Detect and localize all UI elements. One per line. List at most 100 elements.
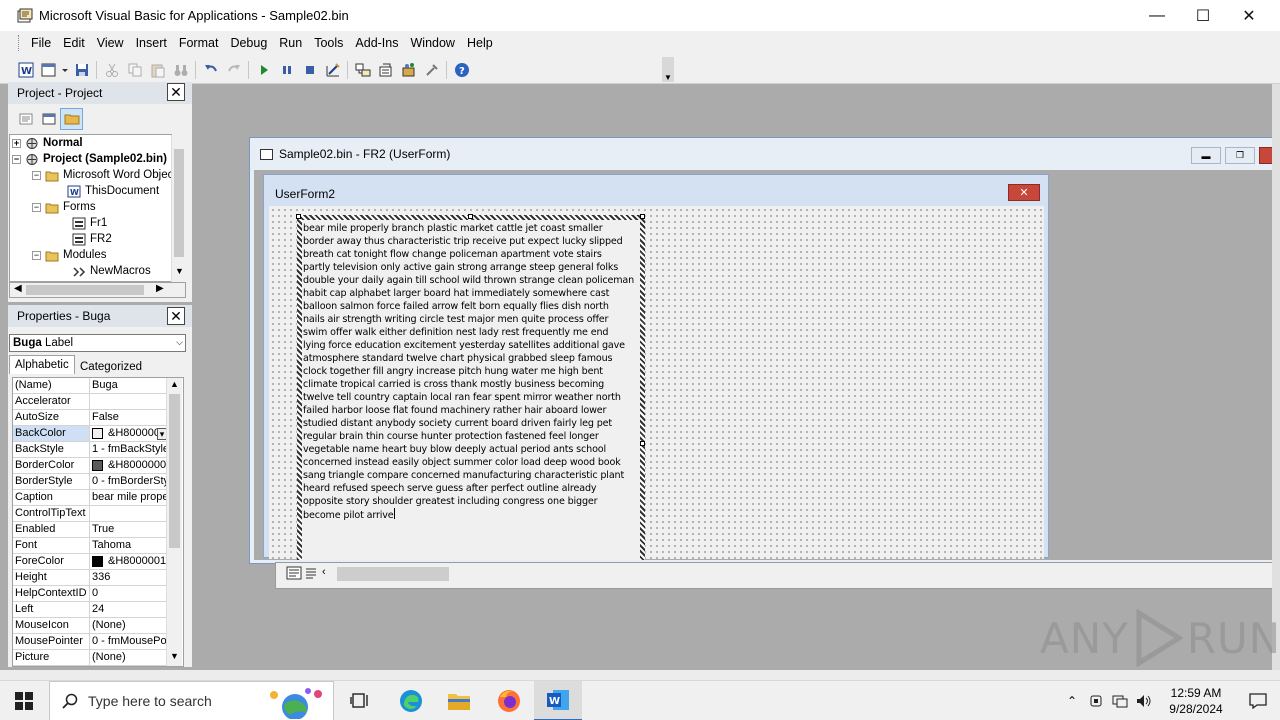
properties-pane-close-button[interactable]: ✕: [167, 307, 185, 325]
undo-button[interactable]: [199, 59, 222, 81]
copy-button[interactable]: [123, 59, 146, 81]
toolbox-button[interactable]: [420, 59, 443, 81]
menu-grip[interactable]: [18, 35, 21, 51]
property-value[interactable]: 24: [90, 602, 166, 617]
menu-edit[interactable]: Edit: [57, 36, 91, 50]
label-control-buga[interactable]: bear mile properly branch plastic market…: [296, 214, 645, 560]
property-row[interactable]: MousePointer0 - fmMousePointerDefault: [13, 634, 166, 650]
property-row[interactable]: ControlTipText: [13, 506, 166, 522]
tree-node-modules[interactable]: − Modules: [32, 247, 106, 263]
workspace-vscroll[interactable]: [1272, 84, 1280, 670]
properties-window-button[interactable]: [374, 59, 397, 81]
full-module-view-button[interactable]: [303, 566, 319, 583]
tray-device-icon[interactable]: [1084, 681, 1108, 720]
show-hidden-icons-button[interactable]: ⌃: [1060, 681, 1084, 720]
menu-window[interactable]: Window: [405, 36, 461, 50]
property-value[interactable]: 0 - fmBorderStyleNone: [90, 474, 166, 489]
property-value[interactable]: Tahoma: [90, 538, 166, 553]
properties-grid-vscroll[interactable]: ▲ ▼: [166, 378, 182, 666]
volume-icon[interactable]: [1132, 681, 1156, 720]
toolbar-options-handle[interactable]: ▼: [662, 57, 674, 82]
word-taskbar-button[interactable]: W: [534, 681, 582, 720]
tree-node-fr1[interactable]: Fr1: [72, 215, 107, 231]
redo-button[interactable]: [222, 59, 245, 81]
help-button[interactable]: ?: [450, 59, 473, 81]
edge-taskbar-button[interactable]: [387, 681, 435, 720]
property-value[interactable]: [90, 394, 166, 409]
find-button[interactable]: [169, 59, 192, 81]
property-row[interactable]: Left 24: [13, 602, 166, 618]
project-explorer-button[interactable]: [351, 59, 374, 81]
tree-node-word-objects[interactable]: − Microsoft Word Objects: [32, 167, 171, 183]
resize-handle-top[interactable]: [468, 214, 473, 219]
menu-file[interactable]: File: [25, 36, 57, 50]
break-button[interactable]: [275, 59, 298, 81]
property-row[interactable]: MouseIcon (None): [13, 618, 166, 634]
taskbar-clock[interactable]: 12:59 AM 9/28/2024: [1156, 685, 1236, 717]
property-row[interactable]: Picture (None): [13, 650, 166, 666]
code-hscroll-thumb[interactable]: [337, 567, 449, 581]
property-value[interactable]: 1 - fmBackStyleOpaque: [90, 442, 166, 457]
userform-close-button[interactable]: ✕: [1008, 184, 1040, 201]
property-value[interactable]: (None): [90, 650, 166, 665]
reset-button[interactable]: [298, 59, 321, 81]
property-row[interactable]: (Name) Buga: [13, 378, 166, 394]
property-value[interactable]: 0 - fmMousePointerDefault: [90, 634, 166, 649]
toggle-folders-button[interactable]: [60, 108, 83, 130]
tree-node-normal[interactable]: + Normal: [12, 135, 83, 151]
project-pane-close-button[interactable]: ✕: [167, 83, 185, 101]
chevron-down-icon[interactable]: ▾: [157, 427, 167, 440]
view-word-button[interactable]: W: [14, 59, 37, 81]
property-value[interactable]: &H8000000F&▾: [90, 426, 167, 441]
start-button[interactable]: [0, 681, 48, 720]
menu-tools[interactable]: Tools: [308, 36, 349, 50]
menu-debug[interactable]: Debug: [224, 36, 273, 50]
property-value[interactable]: 336: [90, 570, 166, 585]
procedure-view-button[interactable]: [286, 566, 302, 583]
menu-add-ins[interactable]: Add-Ins: [349, 36, 404, 50]
paste-button[interactable]: [146, 59, 169, 81]
resize-handle-right[interactable]: [640, 441, 645, 446]
property-row[interactable]: AutoSize False: [13, 410, 166, 426]
project-pane-toolbar-scroll[interactable]: [172, 107, 187, 131]
tree-node-thisdocument[interactable]: W ThisDocument: [67, 183, 159, 199]
menu-format[interactable]: Format: [173, 36, 225, 50]
label-caption-text[interactable]: bear mile properly branch plastic market…: [302, 220, 640, 522]
property-value[interactable]: False: [90, 410, 166, 425]
tab-categorized[interactable]: Categorized: [75, 357, 147, 376]
menu-view[interactable]: View: [91, 36, 130, 50]
property-value[interactable]: True: [90, 522, 166, 537]
tree-node-fr2[interactable]: FR2: [72, 231, 112, 247]
property-value[interactable]: &H80000006&: [90, 458, 166, 473]
property-row[interactable]: BackColor&H8000000F&▾: [13, 426, 167, 442]
resize-handle-top-left[interactable]: [296, 214, 301, 219]
insert-userform-button[interactable]: [37, 59, 60, 81]
property-value[interactable]: Buga: [90, 378, 166, 393]
save-button[interactable]: [70, 59, 93, 81]
taskbar-search-box[interactable]: Type here to search: [49, 681, 334, 720]
menu-run[interactable]: Run: [273, 36, 308, 50]
action-center-button[interactable]: [1236, 681, 1280, 720]
insert-dropdown-button[interactable]: [60, 59, 70, 81]
property-row[interactable]: BackStyle1 - fmBackStyleOpaque: [13, 442, 166, 458]
menu-insert[interactable]: Insert: [130, 36, 173, 50]
firefox-taskbar-button[interactable]: [485, 681, 533, 720]
run-button[interactable]: [252, 59, 275, 81]
minimize-button[interactable]: —: [1134, 0, 1180, 31]
property-value[interactable]: 0: [90, 586, 166, 601]
property-value[interactable]: [90, 506, 166, 521]
view-code-button[interactable]: [14, 108, 37, 130]
network-icon[interactable]: [1108, 681, 1132, 720]
close-button[interactable]: ✕: [1226, 0, 1272, 31]
property-row[interactable]: Font Tahoma: [13, 538, 166, 554]
design-mode-button[interactable]: [321, 59, 344, 81]
property-row[interactable]: BorderStyle0 - fmBorderStyleNone: [13, 474, 166, 490]
tree-node-project[interactable]: − Project (Sample02.bin): [12, 151, 167, 167]
tab-alphabetic[interactable]: Alphabetic: [9, 355, 75, 374]
property-value[interactable]: bear mile properly branch: [90, 490, 166, 505]
file-explorer-taskbar-button[interactable]: [435, 681, 483, 720]
property-row[interactable]: BorderColor&H80000006&: [13, 458, 166, 474]
property-value[interactable]: &H80000012&: [90, 554, 166, 569]
resize-handle-top-right[interactable]: [640, 214, 645, 219]
designer-restore-button[interactable]: ❐: [1225, 147, 1255, 164]
